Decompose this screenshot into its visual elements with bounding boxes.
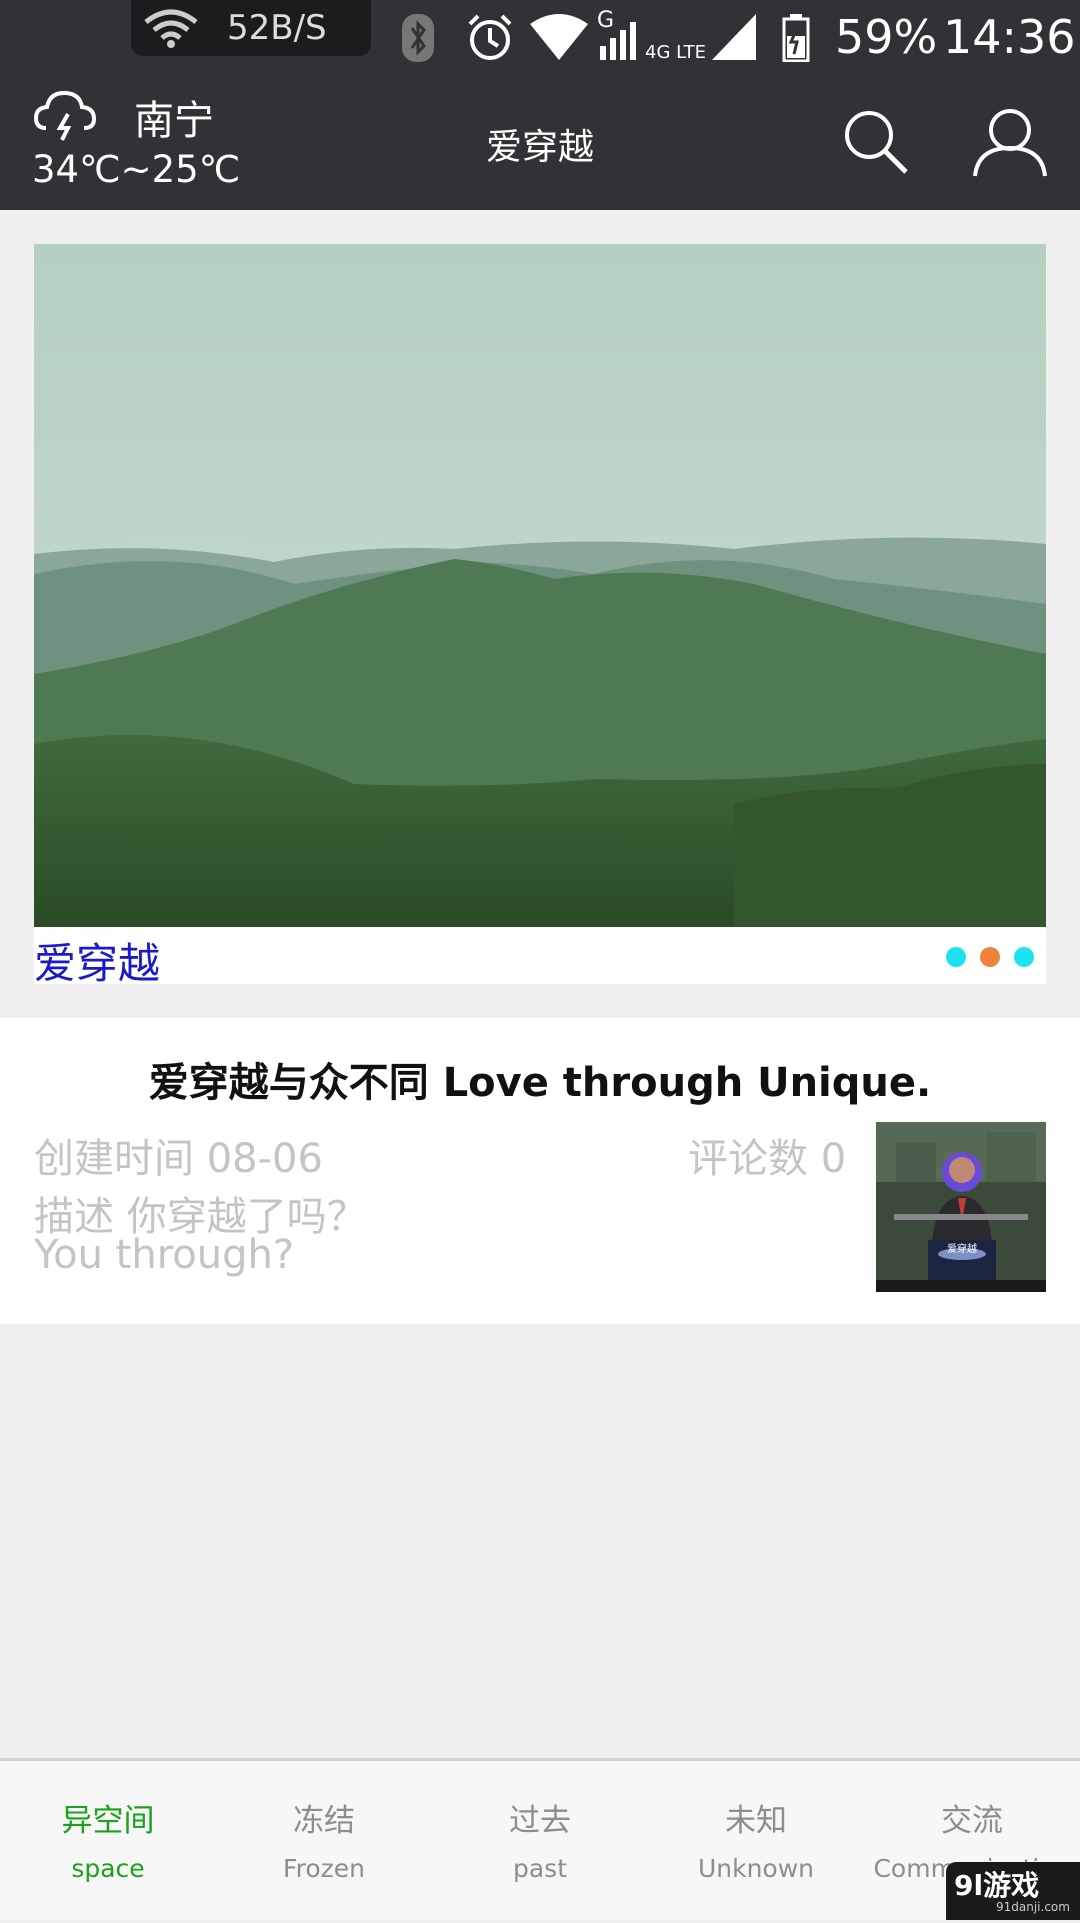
- created-time: 创建时间 08-06: [34, 1136, 323, 1182]
- search-icon[interactable]: [842, 108, 910, 176]
- app-bar: 南宁 34℃~25℃ 爱穿越: [0, 78, 1080, 210]
- user-icon[interactable]: [972, 106, 1048, 178]
- network-speed-indicator: 52B/S: [131, 0, 371, 56]
- nav-tab-label-cn: 冻结: [293, 1803, 355, 1839]
- status-bar: 52B/S G 4G LTE 59% 14:36: [0, 0, 1080, 78]
- cell-signal-icon: [600, 22, 636, 60]
- carousel-indicator: [946, 947, 1034, 967]
- nav-tab-label-cn: 过去: [509, 1803, 571, 1839]
- app-title: 爱穿越: [485, 127, 594, 168]
- carousel-dot[interactable]: [1014, 947, 1034, 967]
- bluetooth-icon: [402, 14, 434, 62]
- nav-tab-label-cn: 未知: [725, 1803, 787, 1839]
- nav-tab-past[interactable]: 过去 past: [432, 1761, 648, 1923]
- article-card[interactable]: 爱穿越与众不同 Love through Unique. 创建时间 08-06 …: [0, 1018, 1080, 1324]
- network-speed: 52B/S: [227, 8, 327, 48]
- comment-count: 评论数 0: [688, 1136, 847, 1182]
- wifi-signal-icon: [530, 14, 588, 60]
- site-watermark: 9l游戏 91danji.com: [946, 1862, 1080, 1920]
- weather-city[interactable]: 南宁: [134, 88, 214, 146]
- nav-tab-label-cn: 交流: [941, 1803, 1003, 1839]
- article-thumbnail[interactable]: 爱穿越: [876, 1122, 1046, 1292]
- article-title[interactable]: 爱穿越与众不同 Love through Unique.: [0, 1050, 1080, 1108]
- watermark-url: 91danji.com: [996, 1900, 1070, 1914]
- thumbnail-caption: 爱穿越: [947, 1242, 977, 1255]
- nav-tab-label-cn: 异空间: [61, 1803, 155, 1839]
- nav-tab-label-en: past: [512, 1854, 568, 1883]
- watermark-logo: 9l游戏: [954, 1869, 1040, 1902]
- banner-carousel[interactable]: 爱穿越: [34, 244, 1046, 988]
- battery-percent: 59%: [835, 10, 938, 64]
- nav-tab-space[interactable]: 异空间 space: [0, 1761, 216, 1923]
- clock: 14:36: [943, 10, 1076, 64]
- nav-tab-label-en: Frozen: [283, 1854, 365, 1883]
- carousel-dot[interactable]: [946, 947, 966, 967]
- banner-caption: 爱穿越: [34, 939, 161, 988]
- cell-signal-icon-2: [712, 14, 756, 60]
- weather-temperature: 34℃~25℃: [32, 148, 241, 191]
- wifi-icon: [144, 9, 198, 48]
- description-en: You through?: [34, 1232, 295, 1278]
- bottom-navigation: 异空间 space 冻结 Frozen 过去 past 未知 Unknown 交…: [0, 1758, 1080, 1920]
- nav-tab-label-en: Unknown: [697, 1854, 815, 1883]
- thunderstorm-cloud-icon: [34, 90, 96, 141]
- lte-label: 4G LTE: [645, 42, 707, 63]
- nav-tab-unknown[interactable]: 未知 Unknown: [648, 1761, 864, 1923]
- nav-tab-label-en: space: [71, 1854, 145, 1883]
- alarm-icon: [468, 14, 512, 60]
- nav-tab-frozen[interactable]: 冻结 Frozen: [216, 1761, 432, 1923]
- banner-image[interactable]: [34, 244, 1046, 927]
- carousel-dot-active[interactable]: [980, 947, 1000, 967]
- battery-icon: [782, 14, 810, 62]
